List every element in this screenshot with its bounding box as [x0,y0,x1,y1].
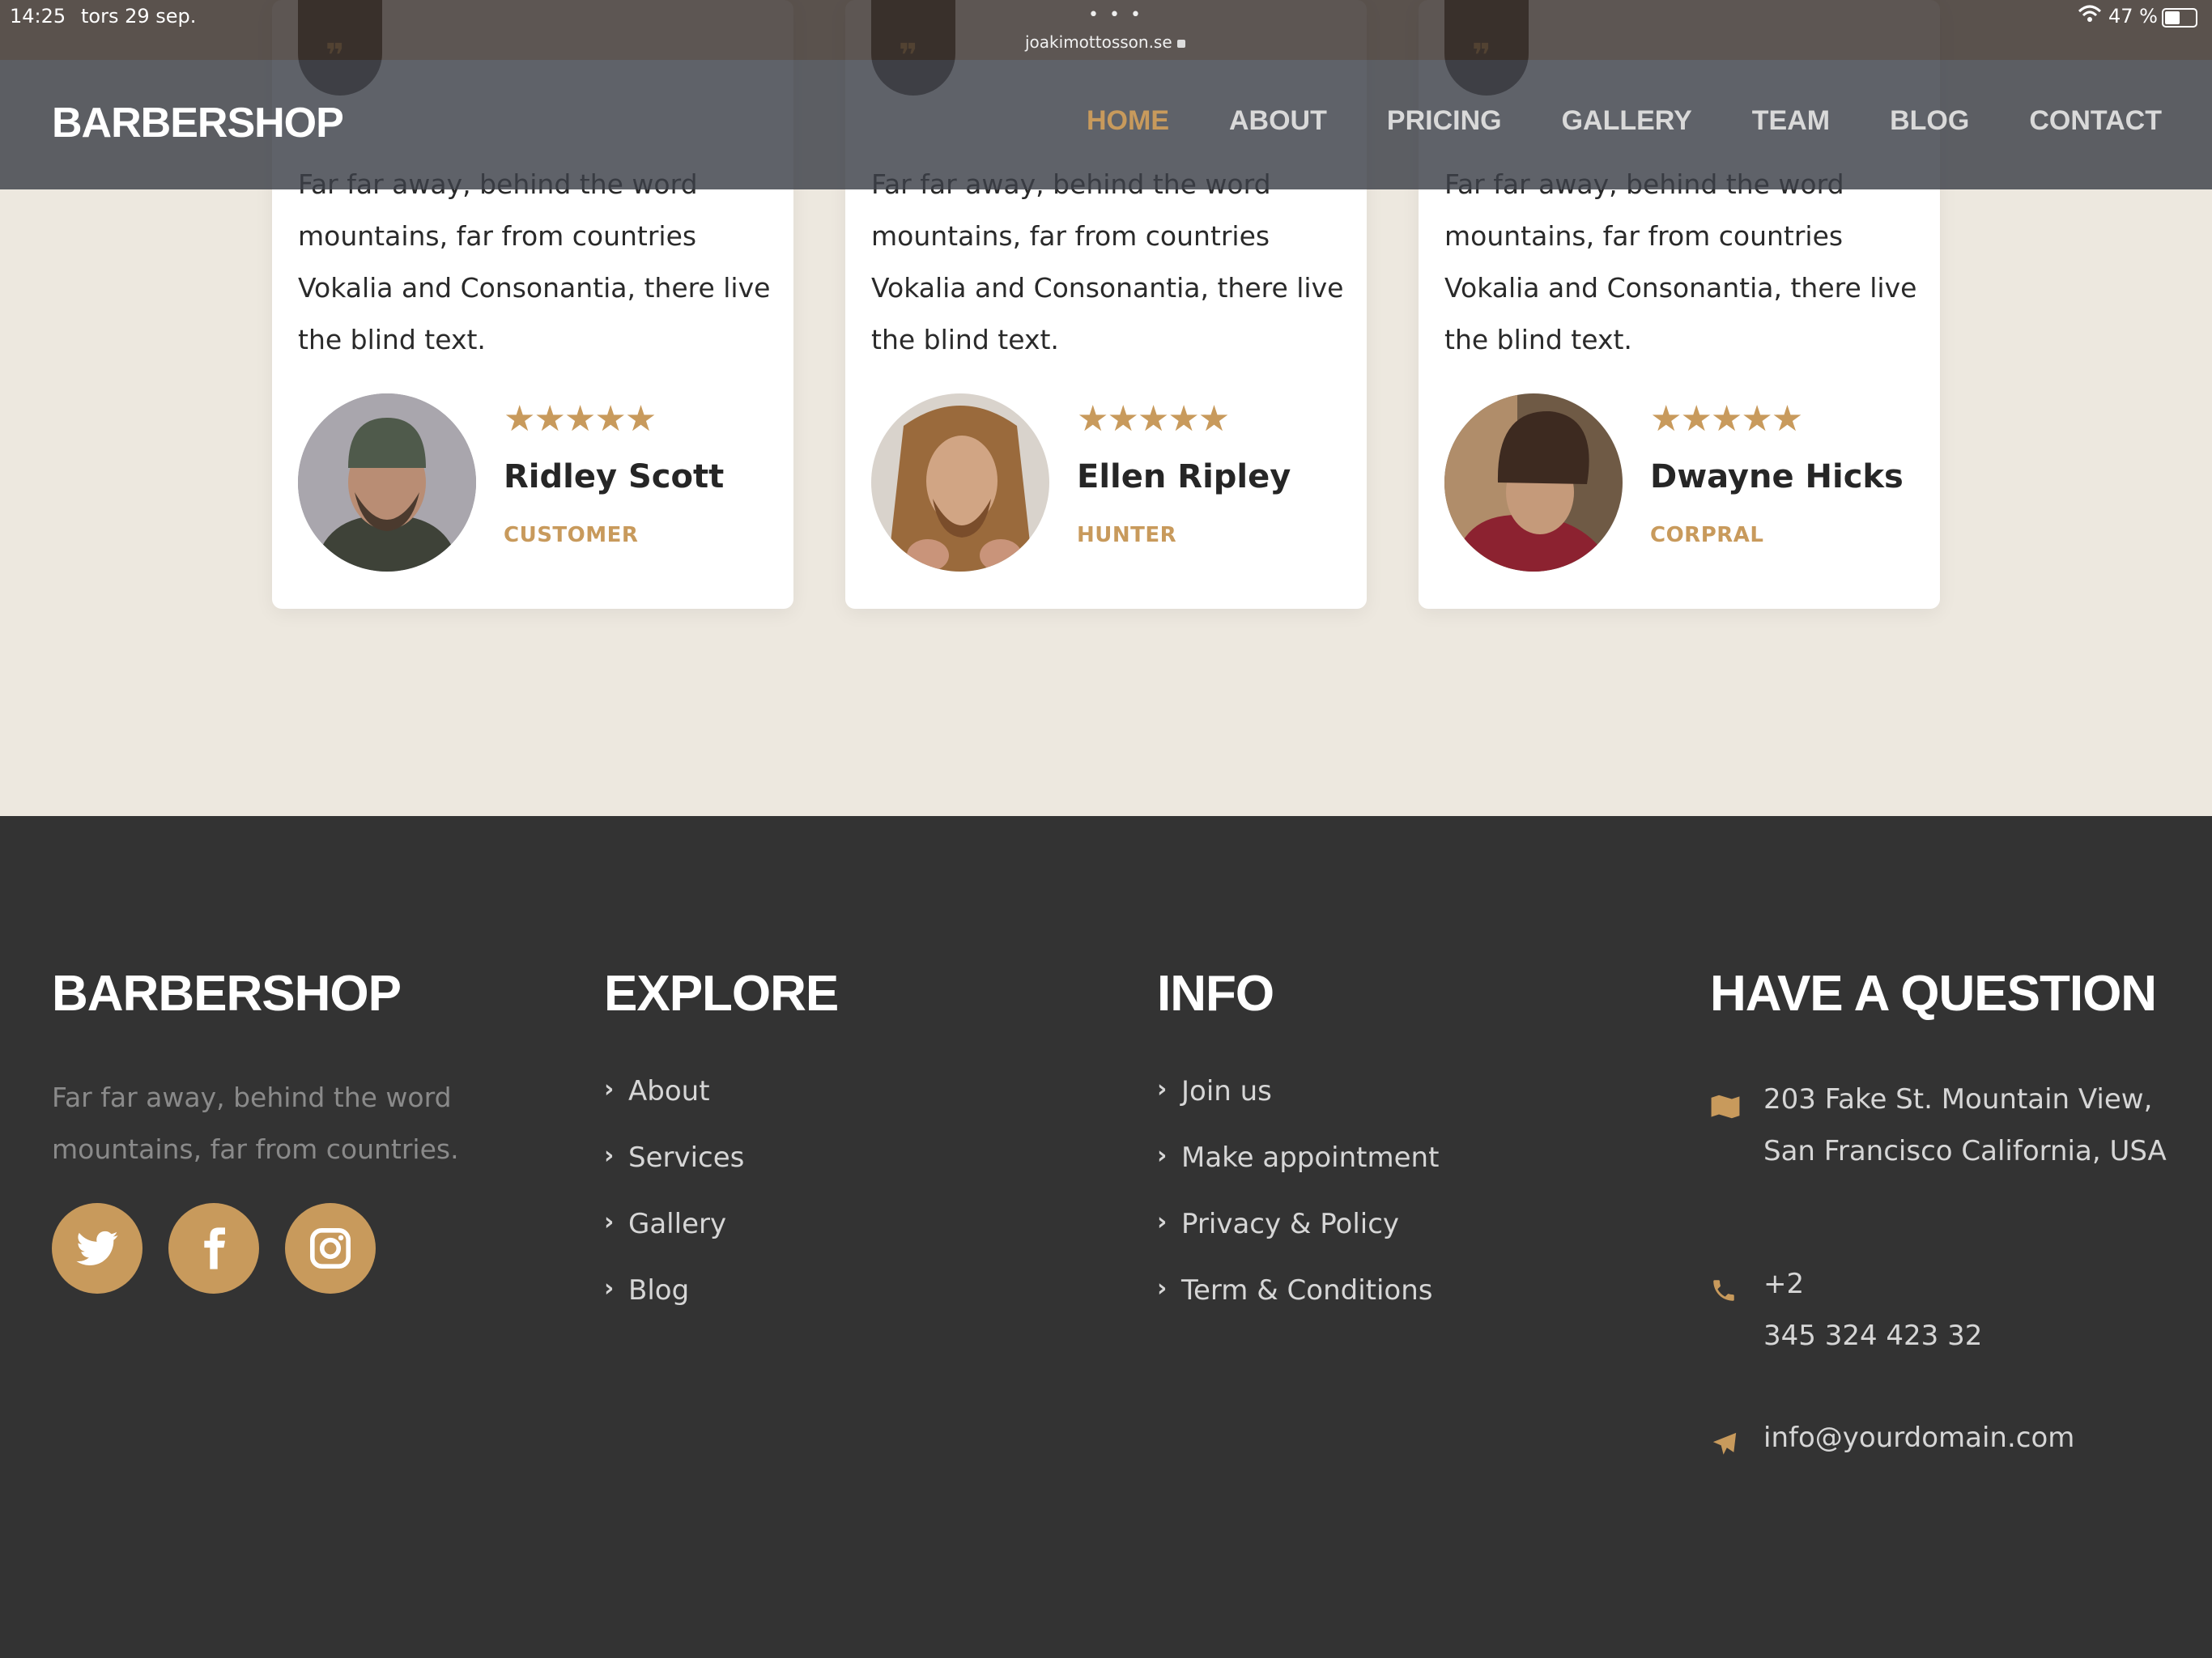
chevron-right-icon: › [1157,1141,1168,1170]
link-label: About [628,1075,710,1107]
testimonial-text: Far far away, behind the word mountains,… [871,168,1344,355]
nav-item-pricing[interactable]: PRICING [1387,105,1502,137]
main-nav: BARBERSHOP HOME ABOUT PRICING GALLERY TE… [0,60,2212,189]
nav-menu: HOME ABOUT PRICING GALLERY TEAM BLOG CON… [1087,105,2162,137]
chevron-right-icon: › [604,1141,615,1170]
lock-icon [1176,40,1185,48]
url-text: joakimottosson.se [1025,32,1172,52]
phone-prefix: +2 [1763,1268,1805,1300]
chevron-right-icon: › [1157,1075,1168,1103]
chevron-right-icon: › [1157,1208,1168,1236]
person-name: Ridley Scott [504,458,725,495]
footer-link-privacy-policy[interactable]: › Privacy & Policy [1157,1208,1439,1274]
info-links: › Join us › Make appointment › Privacy & Po… [1157,1075,1439,1341]
nav-item-gallery[interactable]: GALLERY [1562,105,1692,137]
contact-address: 203 Fake St. Mountain View, San Francisc… [1710,1073,2212,1235]
question-heading: HAVE A QUESTION [1710,966,2157,1022]
chevron-right-icon: › [604,1208,615,1236]
footer-link-join-us[interactable]: › Join us [1157,1075,1439,1141]
chevron-right-icon: › [604,1274,615,1303]
footer: BARBERSHOP Far far away, behind the word… [0,816,2212,1658]
person-name: Dwayne Hicks [1650,458,1904,495]
testimonial-text: Far far away, behind the word mountains,… [1444,168,1917,355]
link-label: Join us [1181,1075,1272,1107]
nav-item-blog[interactable]: BLOG [1890,105,1969,137]
status-bar: 14:25 tors 29 sep. • • • joakimottosson.… [0,0,2212,60]
contact-phone[interactable]: +2 345 324 423 32 [1710,1258,2212,1371]
battery-percent: 47 % [2108,5,2158,28]
more-options-icon[interactable]: • • • [1088,5,1143,25]
instagram-icon[interactable] [285,1203,376,1294]
person-role: CUSTOMER [504,523,639,547]
address-bar[interactable]: joakimottosson.se [1025,32,1185,52]
avatar [1444,393,1623,572]
footer-link-gallery[interactable]: › Gallery [604,1208,744,1274]
person-name: Ellen Ripley [1077,458,1291,495]
contact-email[interactable]: info@yourdomain.com [1710,1412,2212,1469]
link-label: Blog [628,1274,690,1307]
explore-heading: EXPLORE [604,966,839,1022]
rating-stars: ★★★★★ [1650,398,1803,440]
status-date: tors 29 sep. [81,5,197,28]
footer-link-about[interactable]: › About [604,1075,744,1141]
chevron-right-icon: › [1157,1274,1168,1303]
facebook-icon[interactable] [168,1203,259,1294]
map-icon [1710,1085,1741,1137]
send-icon [1710,1423,1739,1475]
person-role: HUNTER [1077,523,1177,547]
rating-stars: ★★★★★ [504,398,657,440]
explore-links: › About › Services › Gallery › Blog [604,1075,744,1341]
battery-icon [2162,8,2197,28]
link-label: Gallery [628,1208,727,1240]
footer-link-make-appointment[interactable]: › Make appointment [1157,1141,1439,1208]
footer-link-services[interactable]: › Services [604,1141,744,1208]
address-text: 203 Fake St. Mountain View, San Francisc… [1763,1083,2167,1167]
nav-item-home[interactable]: HOME [1087,105,1169,137]
nav-item-team[interactable]: TEAM [1752,105,1830,137]
status-time: 14:25 [10,5,66,28]
link-label: Services [628,1141,745,1174]
chevron-right-icon: › [604,1075,615,1103]
link-label: Make appointment [1181,1141,1440,1174]
phone-icon [1710,1269,1738,1321]
footer-about-text: Far far away, behind the word mountains,… [52,1082,459,1165]
email-text: info@yourdomain.com [1763,1422,2075,1454]
avatar [871,393,1049,572]
phone-number: 345 324 423 32 [1763,1320,1983,1352]
person-role: CORPRAL [1650,523,1764,547]
link-label: Privacy & Policy [1181,1208,1400,1240]
link-label: Term & Conditions [1181,1274,1433,1307]
footer-link-blog[interactable]: › Blog [604,1274,744,1341]
rating-stars: ★★★★★ [1077,398,1230,440]
info-heading: INFO [1157,966,1274,1022]
twitter-icon[interactable] [52,1203,143,1294]
testimonial-text: Far far away, behind the word mountains,… [298,168,771,355]
footer-link-terms[interactable]: › Term & Conditions [1157,1274,1439,1341]
nav-item-about[interactable]: ABOUT [1229,105,1327,137]
avatar [298,393,476,572]
nav-item-contact[interactable]: CONTACT [2029,105,2162,137]
wifi-icon [2078,5,2102,28]
footer-brand: BARBERSHOP [52,966,402,1022]
brand-logo[interactable]: BARBERSHOP [52,99,344,147]
